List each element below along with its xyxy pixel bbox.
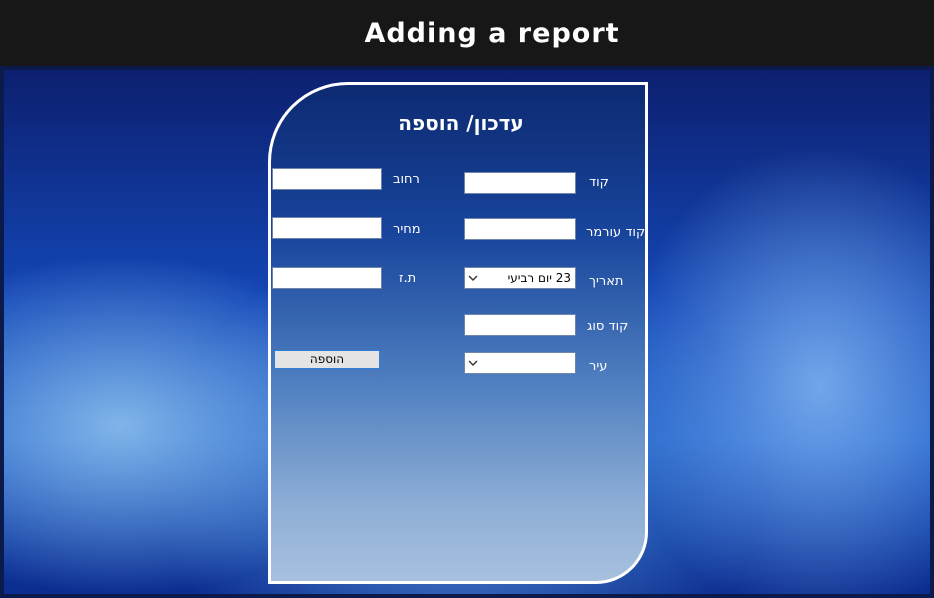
add-button[interactable]: הוספה	[274, 350, 380, 369]
date-label: תאריך	[589, 274, 624, 289]
id-label: ת.ז	[399, 271, 417, 286]
chevron-down-icon[interactable]	[465, 268, 481, 288]
code-input[interactable]	[464, 172, 576, 194]
city-select[interactable]	[464, 352, 576, 374]
title-bar: Adding a report	[0, 0, 934, 66]
price-label: מחיר	[393, 222, 421, 237]
type-code-input[interactable]	[464, 314, 576, 336]
street-input[interactable]	[272, 168, 382, 190]
code-label: קוד	[589, 175, 609, 190]
date-picker[interactable]: 23 יום רביעי	[464, 267, 576, 289]
type-code-label: קוד סוג	[587, 319, 629, 334]
date-value: 23 יום רביעי	[507, 271, 571, 285]
id-input[interactable]	[272, 267, 382, 289]
form-title: עדכון/ הוספה	[398, 111, 524, 135]
page-title: Adding a report	[364, 17, 620, 49]
form-panel: עדכון/ הוספה קוד קוד עורמר תאריך 23 יום …	[268, 82, 648, 584]
witness-code-input[interactable]	[464, 218, 576, 240]
city-label: עיר	[589, 359, 608, 374]
price-input[interactable]	[272, 217, 382, 239]
street-label: רחוב	[393, 172, 420, 187]
chevron-down-icon[interactable]	[465, 353, 481, 373]
witness-code-label: קוד עורמר	[586, 225, 646, 240]
